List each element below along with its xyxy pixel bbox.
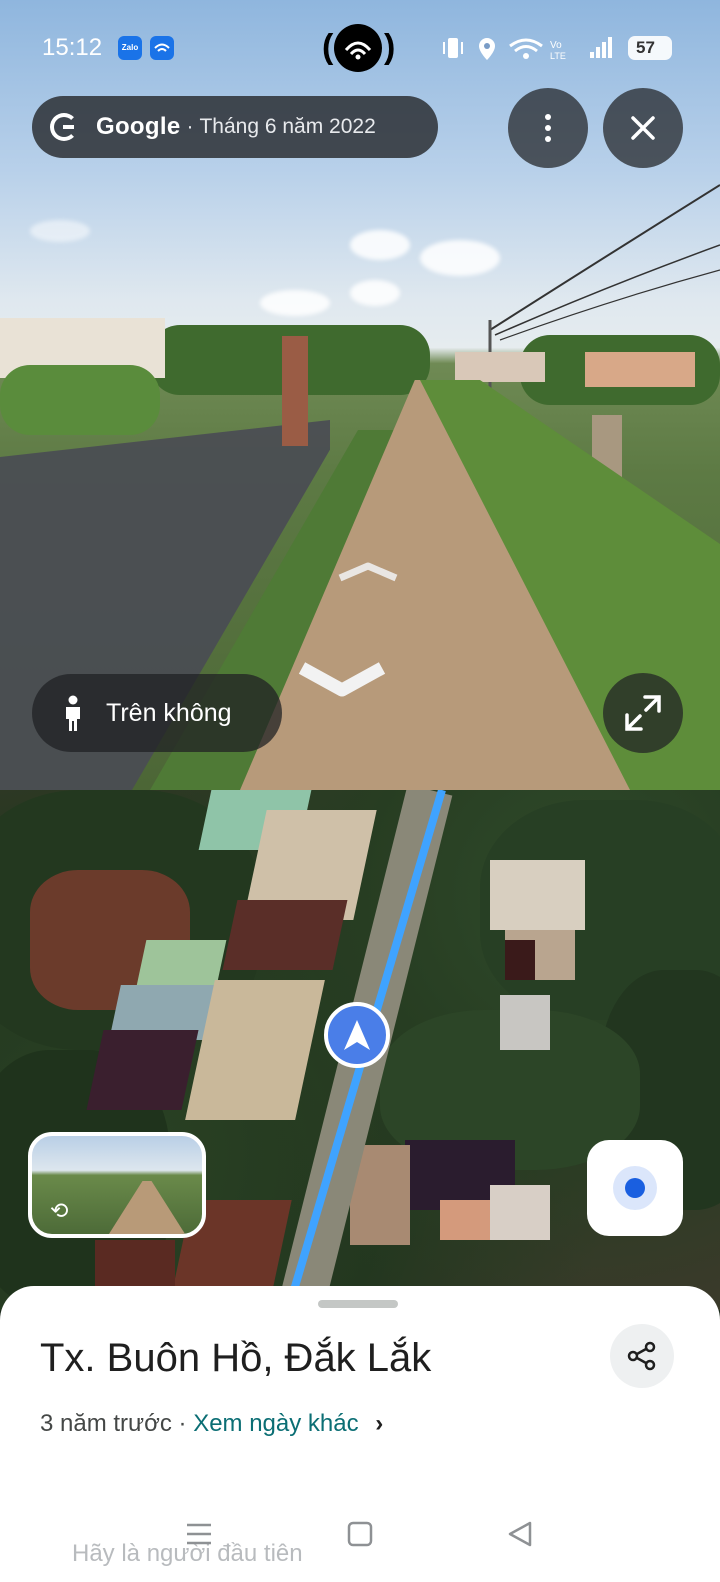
house (455, 352, 545, 382)
expand-icon (625, 695, 661, 731)
close-button[interactable] (603, 88, 683, 168)
volte-icon: Vo (550, 40, 562, 51)
battery-icon: 57 (628, 36, 672, 60)
imagery-date-pill[interactable]: Google · Tháng 6 năm 2022 (32, 96, 438, 158)
satellite-map[interactable]: ⟲ (0, 790, 720, 1310)
drag-handle[interactable] (318, 1300, 398, 1308)
imagery-age: 3 năm trước (40, 1410, 172, 1437)
rotate-360-icon: ⟲ (50, 1198, 69, 1223)
navigation-arrow-icon (344, 1020, 370, 1050)
chevron-up-icon[interactable] (336, 560, 400, 584)
imagery-date: Tháng 6 năm 2022 (199, 115, 376, 138)
other-dates-link[interactable]: Xem ngày khác (193, 1410, 358, 1437)
navigation-arrow[interactable] (324, 1002, 390, 1068)
status-bar: 15:12 Zalo ( ) Vo LTE 57 (0, 0, 720, 96)
bush (0, 365, 160, 435)
camera-notch-icon: ( ) (322, 22, 395, 74)
my-location-icon (613, 1166, 657, 1210)
back-triangle-icon[interactable] (506, 1520, 534, 1548)
vibrate-icon (443, 38, 463, 58)
imagery-meta-row: 3 năm trước · Xem ngày khác › (40, 1410, 383, 1438)
more-vert-icon (545, 114, 551, 142)
more-options-button[interactable] (508, 88, 588, 168)
street-view-thumbnail[interactable]: ⟲ (28, 1132, 206, 1238)
separator-dot: · (178, 1410, 187, 1437)
brand-label: Google (96, 113, 181, 140)
status-icons: Vo LTE (443, 37, 612, 61)
menu-icon[interactable] (185, 1520, 213, 1548)
separator-dot: · (186, 115, 194, 138)
brick-pillar (282, 336, 308, 446)
clock: 15:12 (42, 34, 103, 61)
place-sheet[interactable]: Tx. Buôn Hồ, Đắk Lắk 3 năm trước · Xem n… (0, 1286, 720, 1582)
fullscreen-button[interactable] (603, 673, 683, 753)
wifi-icon (509, 38, 543, 59)
google-g-icon (50, 113, 78, 141)
share-button[interactable] (610, 1324, 674, 1388)
home-square-icon[interactable] (346, 1520, 374, 1548)
chevron-right-icon[interactable]: › (375, 1410, 383, 1437)
chevron-down-icon[interactable] (296, 660, 388, 704)
wifi-app-icon (150, 36, 174, 60)
person-icon (66, 695, 80, 731)
house (585, 352, 695, 387)
aerial-view-button[interactable]: Trên không (32, 674, 282, 752)
aerial-view-label: Trên không (106, 698, 232, 727)
location-icon (479, 38, 495, 60)
my-location-button[interactable] (587, 1140, 683, 1236)
share-icon (627, 1341, 656, 1371)
street-view-panorama[interactable]: 15:12 Zalo ( ) Vo LTE 57 Google · Tháng … (0, 0, 720, 790)
place-title: Tx. Buôn Hồ, Đắk Lắk (40, 1336, 432, 1380)
zalo-icon: Zalo (118, 36, 142, 60)
svg-text:LTE: LTE (550, 51, 566, 61)
signal-icon (590, 37, 612, 58)
system-nav-bar (0, 1506, 720, 1566)
close-icon (631, 116, 655, 140)
thumbnail-road (102, 1181, 192, 1234)
